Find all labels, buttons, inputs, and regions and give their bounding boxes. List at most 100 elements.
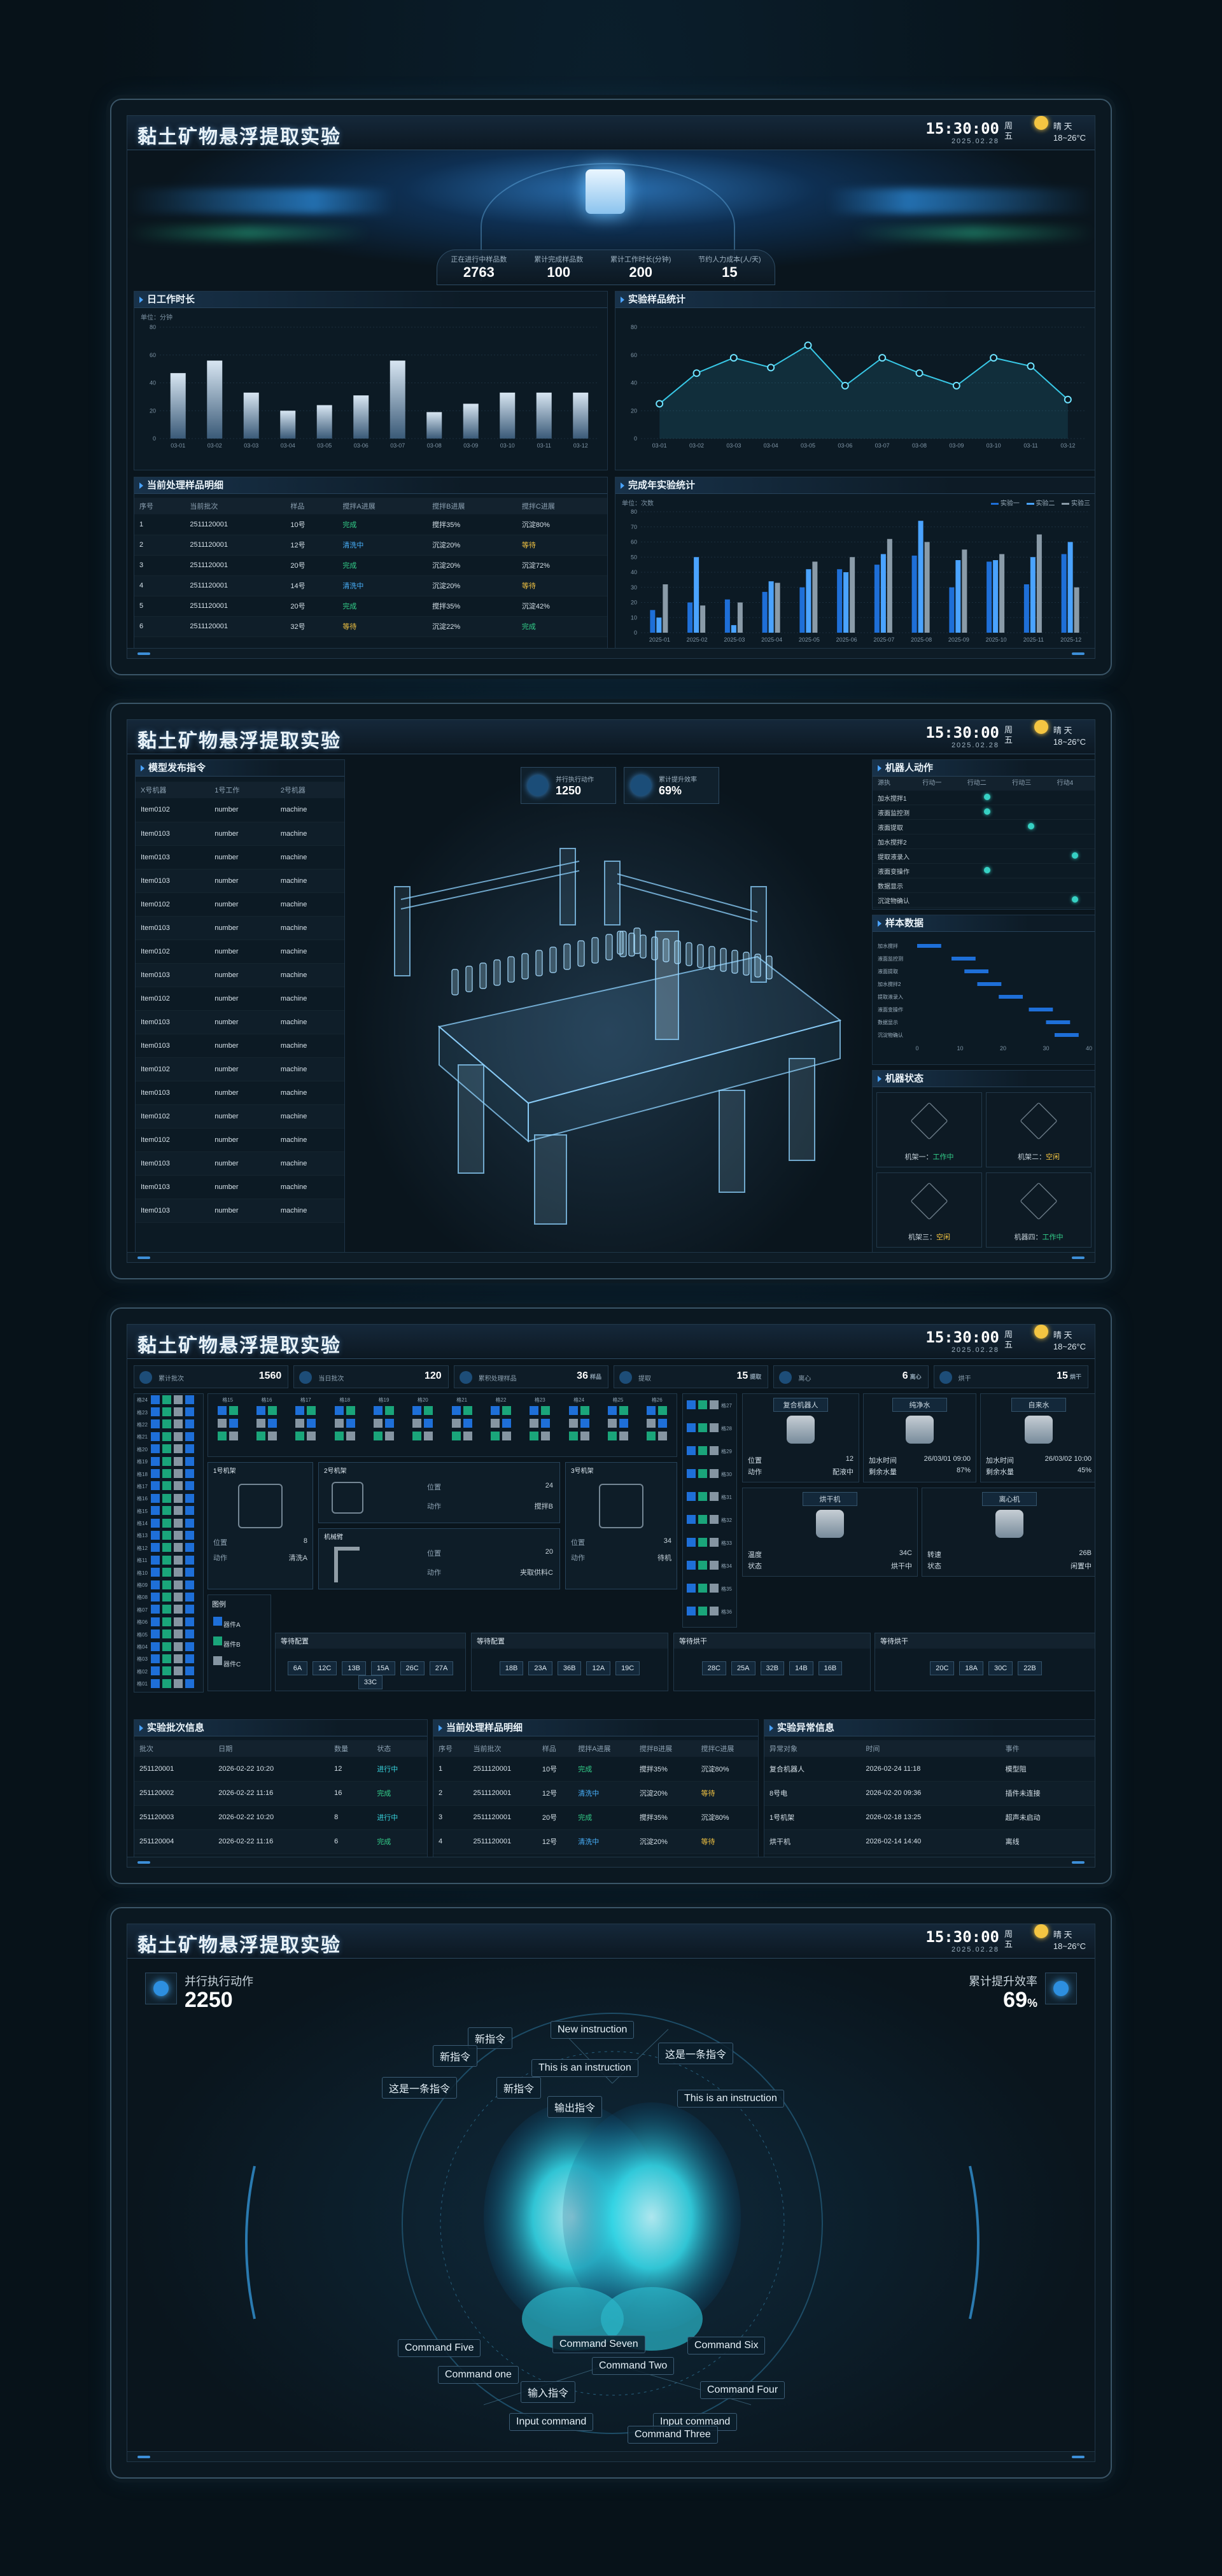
storage-cell[interactable]	[451, 1419, 461, 1428]
storage-cell[interactable]	[174, 1419, 183, 1429]
storage-cell[interactable]	[174, 1395, 183, 1404]
storage-cell[interactable]	[710, 1515, 719, 1524]
storage-cell[interactable]	[373, 1406, 383, 1415]
table-row[interactable]: Item0103 number machine	[136, 1010, 344, 1034]
storage-cell[interactable]	[185, 1592, 194, 1601]
table-row[interactable]: 复合机器人 2026-02-24 11:18 模型阻	[764, 1757, 1095, 1782]
storage-cell[interactable]	[151, 1617, 160, 1626]
storage-cell[interactable]	[162, 1629, 171, 1639]
storage-cell[interactable]	[174, 1580, 183, 1589]
table-row[interactable]: Item0103 number machine	[136, 1081, 344, 1105]
table-row[interactable]: Item0102 number machine	[136, 798, 344, 822]
bar-3[interactable]	[1036, 534, 1042, 633]
device-card[interactable]: 自来水 加水时间 26/03/02 10:00 剩余水量 45%	[980, 1393, 1095, 1482]
data-point[interactable]	[990, 354, 998, 362]
data-point[interactable]	[952, 381, 960, 390]
instruction-tag[interactable]: 输入指令	[521, 2381, 576, 2403]
storage-cell[interactable]	[151, 1555, 160, 1565]
storage-cell[interactable]	[307, 1432, 316, 1440]
bar[interactable]	[500, 392, 516, 439]
table-row[interactable]: Item0103 number machine	[136, 869, 344, 893]
storage-cell[interactable]	[151, 1531, 160, 1540]
bar-2[interactable]	[843, 572, 849, 633]
storage-cell[interactable]	[580, 1419, 589, 1428]
storage-cell[interactable]	[295, 1432, 305, 1440]
instruction-tag[interactable]: 这是一条指令	[658, 2043, 734, 2064]
storage-cell[interactable]	[619, 1419, 628, 1428]
queue-chip[interactable]: 16B	[818, 1661, 843, 1675]
bar[interactable]	[207, 360, 223, 439]
bar-1[interactable]	[949, 587, 955, 633]
data-point[interactable]	[692, 369, 701, 377]
device-card[interactable]: 离心机 转速 26B 状态 闲置中	[922, 1488, 1095, 1577]
storage-cell[interactable]	[174, 1592, 183, 1601]
table-row[interactable]: 6 2511120001 32号 等待 沉淀22% 完成	[134, 616, 607, 637]
storage-cell[interactable]	[710, 1584, 719, 1593]
action-row[interactable]: 加水搅拌2	[873, 834, 1095, 849]
bar[interactable]	[353, 395, 369, 439]
data-point[interactable]	[1027, 362, 1035, 370]
action-row[interactable]: 提取液录入	[873, 849, 1095, 864]
bar[interactable]	[280, 411, 296, 439]
queue-chip[interactable]: 23A	[528, 1661, 552, 1675]
bar[interactable]	[573, 392, 589, 439]
storage-cell[interactable]	[658, 1406, 668, 1415]
gantt-bar[interactable]	[1029, 1008, 1053, 1011]
shelf-3[interactable]: 3号机架 位置 34 动作 待机	[565, 1462, 677, 1589]
storage-cell[interactable]	[151, 1419, 160, 1429]
storage-cell[interactable]	[687, 1446, 696, 1455]
machine-card[interactable]: 机架三：空闲	[876, 1172, 982, 1248]
storage-cell[interactable]	[710, 1469, 719, 1478]
storage-cell[interactable]	[334, 1432, 344, 1440]
bar-3[interactable]	[999, 554, 1005, 633]
table-row[interactable]: Item0103 number machine	[136, 1151, 344, 1176]
storage-cell[interactable]	[687, 1400, 696, 1409]
data-point[interactable]	[729, 354, 738, 362]
bar-3[interactable]	[700, 605, 706, 633]
queue-chip[interactable]: 36B	[557, 1661, 582, 1675]
storage-cell[interactable]	[384, 1406, 394, 1415]
table-row[interactable]: Item0102 number machine	[136, 1057, 344, 1081]
shelf-2[interactable]: 2号机架 位置 24 动作 搅拌B	[318, 1462, 560, 1523]
storage-cell[interactable]	[185, 1456, 194, 1466]
storage-cell[interactable]	[185, 1531, 194, 1540]
storage-cell[interactable]	[687, 1469, 696, 1478]
bar-2[interactable]	[993, 560, 999, 633]
table-row[interactable]: Item0102 number machine	[136, 892, 344, 917]
storage-cell[interactable]	[647, 1432, 656, 1440]
storage-cell[interactable]	[424, 1432, 433, 1440]
storage-cell[interactable]	[162, 1617, 171, 1626]
storage-cell[interactable]	[295, 1419, 305, 1428]
device-card[interactable]: 纯净水 加水时间 26/03/01 09:00 剩余水量 87%	[863, 1393, 976, 1482]
queue-chip[interactable]: 18B	[499, 1661, 524, 1675]
storage-cell[interactable]	[607, 1406, 617, 1415]
storage-cell[interactable]	[228, 1406, 238, 1415]
storage-cell[interactable]	[373, 1419, 383, 1428]
data-point[interactable]	[656, 400, 664, 408]
storage-cell[interactable]	[174, 1531, 183, 1540]
storage-cell[interactable]	[185, 1518, 194, 1528]
storage-cell[interactable]	[174, 1666, 183, 1676]
storage-cell[interactable]	[698, 1607, 707, 1615]
gantt-bar[interactable]	[999, 995, 1023, 999]
bar[interactable]	[316, 405, 332, 439]
storage-cell[interactable]	[228, 1432, 238, 1440]
bar-2[interactable]	[1030, 557, 1036, 633]
storage-cell[interactable]	[530, 1432, 539, 1440]
storage-cell[interactable]	[580, 1406, 589, 1415]
storage-cell[interactable]	[687, 1584, 696, 1593]
queue-chip[interactable]: 18A	[959, 1661, 983, 1675]
storage-cell[interactable]	[658, 1419, 668, 1428]
storage-cell[interactable]	[174, 1481, 183, 1491]
instruction-tag[interactable]: Command Seven	[552, 2335, 645, 2353]
table-row[interactable]: Item0103 number machine	[136, 963, 344, 987]
storage-cell[interactable]	[174, 1432, 183, 1441]
queue-chip[interactable]: 28C	[701, 1661, 726, 1675]
queue-chip[interactable]: 27A	[429, 1661, 454, 1675]
storage-cell[interactable]	[151, 1543, 160, 1552]
storage-cell[interactable]	[162, 1531, 171, 1540]
storage-cell[interactable]	[162, 1395, 171, 1404]
storage-cell[interactable]	[162, 1642, 171, 1651]
storage-cell[interactable]	[162, 1493, 171, 1503]
bar-1[interactable]	[1023, 584, 1029, 633]
